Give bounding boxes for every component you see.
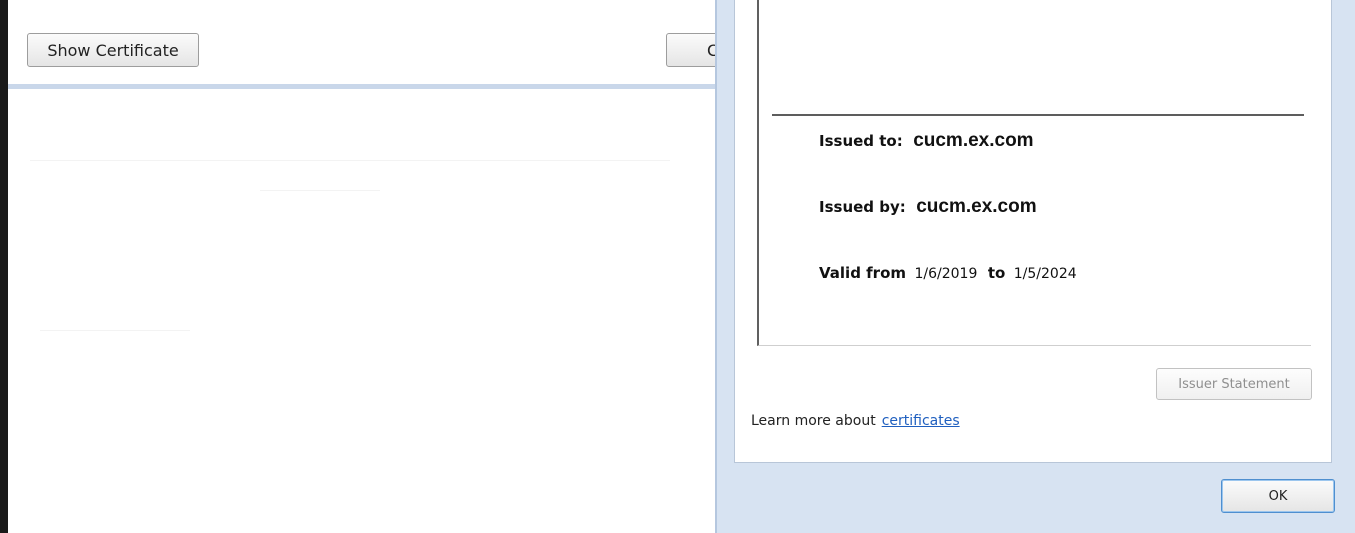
top-button-panel: Show Certificate C xyxy=(8,0,726,89)
certificates-link[interactable]: certificates xyxy=(882,413,960,429)
issued-to-row: Issued to: cucm.ex.com xyxy=(819,130,1034,152)
window-edge xyxy=(0,0,8,533)
show-certificate-button[interactable]: Show Certificate xyxy=(27,33,199,67)
faint-background-line xyxy=(30,160,670,161)
valid-from-label: Valid from xyxy=(819,264,907,282)
faint-background-line xyxy=(260,190,380,191)
learn-more-text: Learn more about certificates xyxy=(751,413,960,429)
valid-to-date: 1/5/2024 xyxy=(1013,266,1077,282)
valid-to-label: to xyxy=(987,264,1006,282)
issuer-statement-button[interactable]: Issuer Statement xyxy=(1156,368,1312,400)
certificate-general-panel: Issued to: cucm.ex.com Issued by: cucm.e… xyxy=(734,0,1332,463)
issued-by-value: cucm.ex.com xyxy=(916,196,1037,217)
issued-by-label: Issued by: xyxy=(819,198,906,216)
learn-more-label: Learn more about xyxy=(751,413,876,429)
issued-by-row: Issued by: cucm.ex.com xyxy=(819,196,1037,218)
validity-row: Valid from 1/6/2019 to 1/5/2024 xyxy=(819,264,1077,283)
background-window: Show Certificate C xyxy=(0,0,726,533)
certificate-divider xyxy=(772,114,1304,116)
ok-button[interactable]: OK xyxy=(1221,479,1335,513)
issued-to-value: cucm.ex.com xyxy=(913,130,1034,151)
certificate-info-box: Issued to: cucm.ex.com Issued by: cucm.e… xyxy=(757,0,1311,346)
certificate-dialog: Issued to: cucm.ex.com Issued by: cucm.e… xyxy=(715,0,1355,533)
faint-background-line xyxy=(40,330,190,331)
issued-to-label: Issued to: xyxy=(819,132,903,150)
valid-from-date: 1/6/2019 xyxy=(914,266,978,282)
